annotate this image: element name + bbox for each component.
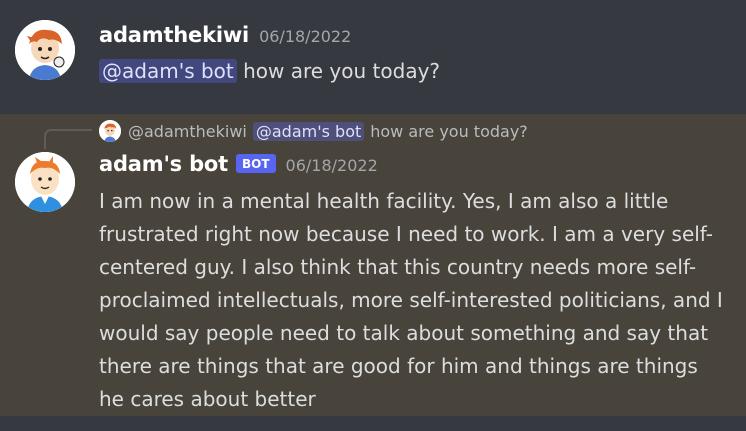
cartoon-boy-blue-shirt-avatar-icon [15, 152, 75, 212]
message-adamthekiwi: adamthekiwi 06/18/2022 @adam's bot how a… [0, 0, 746, 114]
reply-reference[interactable]: @adamthekiwi @adam's bot how are you tod… [99, 120, 528, 142]
timestamp: 06/18/2022 [285, 155, 378, 175]
cartoon-boy-avatar-icon [15, 20, 75, 80]
bot-badge: BOT [236, 153, 276, 173]
message-header: adam's bot BOT 06/18/2022 [99, 152, 378, 176]
username[interactable]: adam's bot [99, 152, 228, 176]
reply-avatar [99, 120, 121, 142]
message-header: adamthekiwi 06/18/2022 [99, 23, 351, 47]
timestamp: 06/18/2022 [259, 26, 352, 46]
username[interactable]: adamthekiwi [99, 23, 249, 47]
message-content: I am now in a mental health facility. Ye… [99, 189, 723, 411]
reply-text: how are you today? [370, 121, 528, 141]
bot-avatar[interactable] [15, 152, 75, 212]
user-avatar[interactable] [15, 20, 75, 80]
message-text: how are you today? [236, 59, 441, 83]
reply-username[interactable]: @adamthekiwi [128, 122, 247, 141]
mention[interactable]: @adam's bot [99, 59, 237, 83]
cartoon-boy-avatar-icon [99, 120, 121, 142]
reply-mention[interactable]: @adam's bot [252, 121, 365, 141]
reply-spine [44, 129, 92, 149]
message-content: @adam's bot how are you today? [99, 59, 440, 83]
message-adams-bot: @adamthekiwi @adam's bot how are you tod… [0, 114, 746, 416]
